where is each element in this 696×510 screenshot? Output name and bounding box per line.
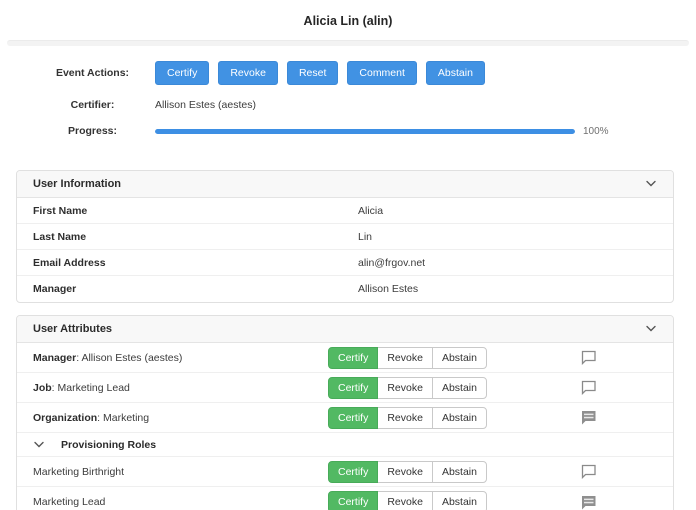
progress-fill [155,129,575,134]
certify-button[interactable]: Certify [328,407,378,429]
progress-row: Progress: 100% [0,125,696,137]
revoke-button[interactable]: Revoke [377,461,433,483]
info-row-label: First Name [33,205,358,217]
table-row: First Name Alicia [17,198,673,224]
user-attributes-header[interactable]: User Attributes [17,316,673,343]
attribute-label: Organization: Marketing [33,412,328,424]
chevron-down-icon[interactable] [645,325,657,333]
chevron-down-icon[interactable] [645,180,657,188]
certify-button[interactable]: Certify [328,377,378,399]
certifier-row: Certifier: Allison Estes (aestes) [0,99,696,111]
event-actions-label: Event Actions: [30,67,155,79]
abstain-button[interactable]: Abstain [432,461,487,483]
event-actions-button-group: Certify Revoke Reset Comment Abstain [155,61,485,85]
comment-bubble-icon[interactable] [581,464,597,479]
table-row: Job: Marketing Lead Certify Revoke Absta… [17,373,673,403]
table-row: Manager Allison Estes [17,276,673,302]
decision-button-group: Certify Revoke Abstain [328,491,487,510]
attribute-label: Manager: Allison Estes (aestes) [33,352,328,364]
abstain-button[interactable]: Abstain [432,377,487,399]
certifier-value: Allison Estes (aestes) [155,99,256,111]
summary-section: Event Actions: Certify Revoke Reset Comm… [0,46,696,153]
table-row: Manager: Allison Estes (aestes) Certify … [17,343,673,373]
progress-percent-text: 100% [583,126,609,137]
comment-bubble-filled-icon[interactable] [581,410,597,425]
certify-button[interactable]: Certify [328,347,378,369]
reset-event-button[interactable]: Reset [287,61,338,85]
decision-button-group: Certify Revoke Abstain [328,461,487,483]
revoke-button[interactable]: Revoke [377,491,433,510]
event-actions-row: Event Actions: Certify Revoke Reset Comm… [0,61,696,85]
role-label: Marketing Birthright [33,466,328,478]
revoke-button[interactable]: Revoke [377,377,433,399]
revoke-button[interactable]: Revoke [377,407,433,429]
info-row-label: Last Name [33,231,358,243]
chevron-down-icon[interactable] [33,441,45,449]
info-row-label: Email Address [33,257,358,269]
comment-event-button[interactable]: Comment [347,61,417,85]
comment-bubble-icon[interactable] [581,380,597,395]
abstain-button[interactable]: Abstain [432,491,487,510]
table-row: Last Name Lin [17,224,673,250]
progress-label: Progress: [30,125,155,137]
info-row-value: Allison Estes [358,283,418,295]
user-attributes-panel: User Attributes Manager: Allison Estes (… [16,315,674,510]
progress-indicator: 100% [155,126,609,137]
info-row-label: Manager [33,283,358,295]
revoke-event-button[interactable]: Revoke [218,61,278,85]
revoke-button[interactable]: Revoke [377,347,433,369]
comment-bubble-filled-icon[interactable] [581,495,597,510]
abstain-button[interactable]: Abstain [432,407,487,429]
certify-button[interactable]: Certify [328,461,378,483]
provisioning-roles-title: Provisioning Roles [61,439,156,451]
info-row-value: Alicia [358,205,383,217]
provisioning-roles-header[interactable]: Provisioning Roles [17,433,673,457]
table-row: Organization: Marketing Certify Revoke A… [17,403,673,433]
table-row: Marketing Birthright Certify Revoke Abst… [17,457,673,487]
info-row-value: Lin [358,231,372,243]
user-information-panel: User Information First Name Alicia Last … [16,170,674,303]
attribute-label: Job: Marketing Lead [33,382,328,394]
comment-bubble-icon[interactable] [581,350,597,365]
info-row-value: alin@frgov.net [358,257,425,269]
certifier-label: Certifier: [30,99,155,111]
progress-track [155,129,575,134]
certify-button[interactable]: Certify [328,491,378,510]
table-row: Email Address alin@frgov.net [17,250,673,276]
decision-button-group: Certify Revoke Abstain [328,407,487,429]
abstain-event-button[interactable]: Abstain [426,61,485,85]
table-row: Marketing Lead Certify Revoke Abstain [17,487,673,510]
role-label: Marketing Lead [33,496,328,508]
user-information-title: User Information [33,178,121,190]
user-attributes-title: User Attributes [33,323,112,335]
page-title: Alicia Lin (alin) [0,0,696,40]
certify-event-button[interactable]: Certify [155,61,209,85]
decision-button-group: Certify Revoke Abstain [328,347,487,369]
decision-button-group: Certify Revoke Abstain [328,377,487,399]
abstain-button[interactable]: Abstain [432,347,487,369]
user-information-header[interactable]: User Information [17,171,673,198]
